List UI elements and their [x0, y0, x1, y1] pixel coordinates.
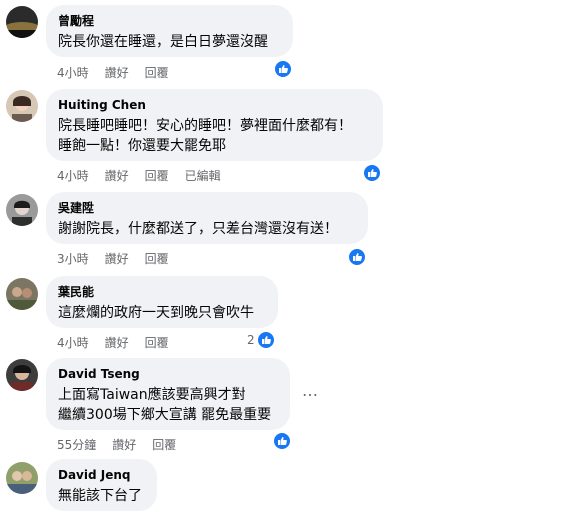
thumbs-up-icon	[256, 331, 275, 349]
more-options-icon[interactable]: …	[302, 381, 319, 400]
avatar[interactable]	[6, 194, 38, 226]
comment-author[interactable]: David Tseng	[58, 366, 278, 382]
comment-actions: 4小時 讚好 回覆	[57, 334, 185, 351]
comment-time[interactable]: 4小時	[57, 334, 89, 351]
reaction-summary[interactable]: 2	[247, 331, 275, 349]
comment-time[interactable]: 55分鐘	[57, 436, 96, 453]
comment-time[interactable]: 3小時	[57, 250, 89, 267]
comment-actions: 4小時 讚好 回覆	[57, 64, 185, 81]
comment-actions: 3小時 讚好 回覆	[57, 250, 185, 267]
comment-author[interactable]: 曾勵程	[58, 13, 281, 29]
comment-author[interactable]: 葉民能	[58, 284, 266, 300]
like-button[interactable]: 讚好	[105, 334, 129, 351]
comment-bubble: Huiting Chen 院長睡吧睡吧！安心的睡吧！夢裡面什麼都有！ 睡飽一點！…	[46, 89, 383, 161]
reaction-summary[interactable]	[348, 248, 366, 266]
comment-bubble: David Tseng 上面寫Taiwan應該要高興才對 繼續300場下鄉大宣講…	[46, 358, 290, 430]
thumbs-up-icon	[363, 164, 381, 182]
avatar[interactable]	[6, 6, 38, 38]
comment-actions: 4小時 讚好 回覆 已編輯	[57, 167, 237, 184]
comment-text: 這麼爛的政府一天到晚只會吹牛	[58, 305, 254, 321]
thumbs-up-icon	[348, 248, 366, 266]
thumbs-up-icon	[273, 432, 291, 450]
comment-text: 上面寫Taiwan應該要高興才對	[58, 387, 246, 403]
reply-button[interactable]: 回覆	[152, 436, 176, 453]
reply-button[interactable]: 回覆	[145, 167, 169, 184]
reply-button[interactable]: 回覆	[145, 64, 169, 81]
comment-text: 無能該下台了	[58, 488, 142, 504]
reaction-summary[interactable]	[363, 164, 381, 182]
avatar[interactable]	[6, 278, 38, 310]
comment-time[interactable]: 4小時	[57, 167, 89, 184]
comment-bubble: 葉民能 這麼爛的政府一天到晚只會吹牛	[46, 276, 278, 328]
reaction-summary[interactable]	[274, 60, 292, 78]
comment-bubble: 吳建陞 謝謝院長，什麼都送了，只差台灣還沒有送！	[46, 192, 368, 244]
thumbs-up-icon	[274, 60, 292, 78]
comment-text: 繼續300場下鄉大宣講 罷免最重要	[58, 407, 272, 423]
comment-author[interactable]: 吳建陞	[58, 200, 356, 216]
edited-label[interactable]: 已編輯	[185, 167, 221, 184]
comment-text: 院長睡吧睡吧！安心的睡吧！夢裡面什麼都有！	[58, 118, 352, 134]
comment-actions: 55分鐘 讚好 回覆	[57, 436, 192, 453]
avatar[interactable]	[6, 359, 38, 391]
comment-author[interactable]: Huiting Chen	[58, 97, 371, 113]
reaction-summary[interactable]	[273, 432, 291, 450]
comment-time[interactable]: 4小時	[57, 64, 89, 81]
avatar[interactable]	[6, 90, 38, 122]
avatar[interactable]	[6, 462, 38, 494]
comment-bubble: David Jenq 無能該下台了	[46, 459, 157, 511]
comment-text: 謝謝院長，什麼都送了，只差台灣還沒有送！	[58, 221, 338, 237]
comment-text: 院長你還在睡還，是白日夢還沒醒	[58, 34, 268, 50]
reply-button[interactable]: 回覆	[145, 250, 169, 267]
like-button[interactable]: 讚好	[105, 167, 129, 184]
comment-bubble: 曾勵程 院長你還在睡還，是白日夢還沒醒	[46, 5, 293, 57]
comment-author[interactable]: David Jenq	[58, 467, 145, 483]
reaction-count: 2	[247, 333, 255, 347]
reply-button[interactable]: 回覆	[145, 334, 169, 351]
comment-text: 睡飽一點！你還要大罷免耶	[58, 138, 226, 154]
like-button[interactable]: 讚好	[105, 250, 129, 267]
like-button[interactable]: 讚好	[112, 436, 136, 453]
like-button[interactable]: 讚好	[105, 64, 129, 81]
